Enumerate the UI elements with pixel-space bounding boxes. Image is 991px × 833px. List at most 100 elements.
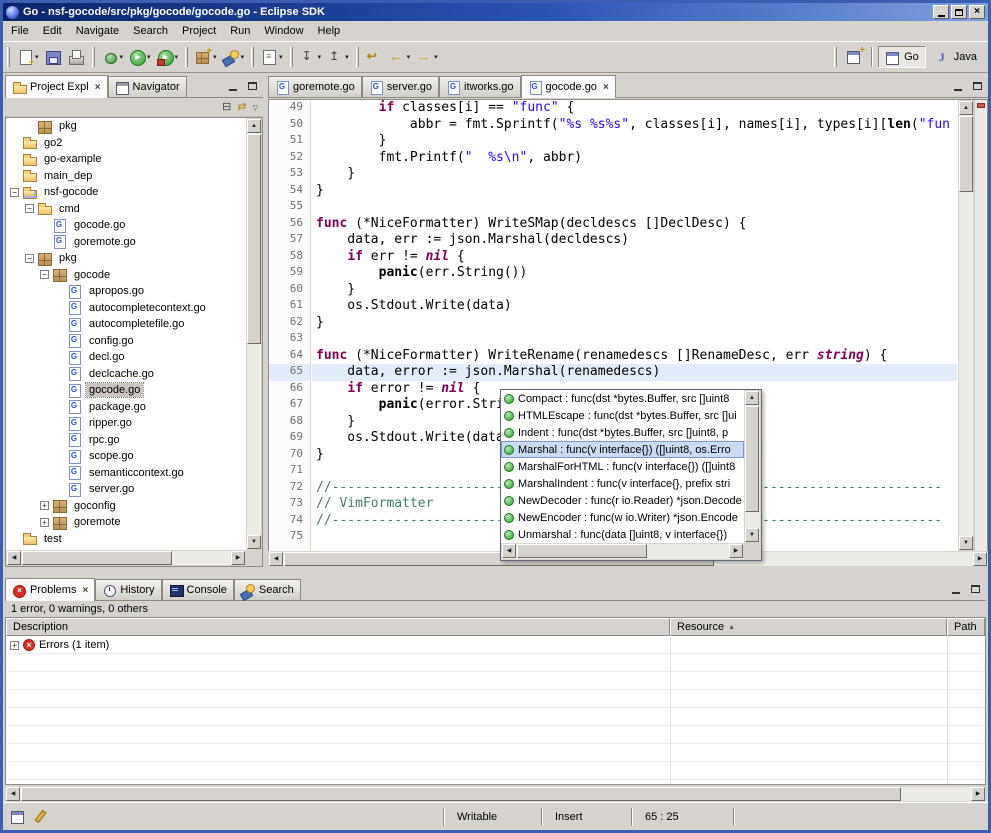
explorer-maximize-button[interactable] [243, 78, 261, 94]
scrollbar-thumb[interactable] [22, 551, 172, 565]
collapse-all-button[interactable]: ⊟ [222, 101, 231, 113]
autocomplete-item[interactable]: NewEncoder : func(w io.Writer) *json.Enc… [501, 509, 744, 526]
editor-tab-itworks-go[interactable]: itworks.go [439, 76, 521, 97]
autocomplete-item[interactable]: Marshal : func(v interface{}) ([]uint8, … [501, 441, 744, 458]
tree-item-test[interactable]: test [6, 531, 246, 548]
dropdown-arrow-icon[interactable]: ▾ [120, 53, 124, 61]
code-line[interactable]: os.Stdout.Write(data) [316, 298, 957, 315]
view-tab-console[interactable]: Console [162, 579, 234, 600]
code-line[interactable]: } [316, 183, 957, 200]
column-header-path[interactable]: Path [947, 618, 985, 636]
column-header-description[interactable]: Description [6, 618, 670, 636]
problems-maximize-button[interactable] [966, 581, 984, 597]
menu-navigate[interactable]: Navigate [69, 22, 126, 40]
menu-search[interactable]: Search [126, 22, 175, 40]
expand-icon[interactable]: + [40, 501, 49, 510]
scroll-right-button[interactable]: ▶ [729, 544, 743, 558]
previous-annotation-button[interactable]: ▾ [324, 45, 352, 69]
dropdown-arrow-icon[interactable]: ▾ [345, 53, 349, 61]
dropdown-arrow-icon[interactable]: ▾ [175, 53, 179, 61]
tree-item-decl-go[interactable]: decl.go [6, 349, 246, 366]
view-tab-navigator[interactable]: Navigator [108, 76, 187, 97]
collapse-icon[interactable]: − [40, 270, 49, 279]
scroll-left-button[interactable]: ◀ [7, 551, 21, 565]
scroll-down-button[interactable]: ▼ [959, 536, 973, 550]
perspective-java-button[interactable]: Java [928, 46, 984, 68]
code-line[interactable] [316, 331, 957, 348]
tree-item-pkg[interactable]: pkg [6, 118, 246, 135]
scrollbar-thumb[interactable] [745, 406, 759, 512]
collapse-icon[interactable]: − [25, 254, 34, 263]
tree-item-ripper-go[interactable]: ripper.go [6, 415, 246, 432]
code-line[interactable]: data, err := json.Marshal(decldescs) [316, 232, 957, 249]
tree-item-scope-go[interactable]: scope.go [6, 448, 246, 465]
menu-window[interactable]: Window [257, 22, 310, 40]
tree-item-goremote-go[interactable]: goremote.go [6, 234, 246, 251]
close-tab-icon[interactable]: × [95, 82, 101, 93]
tree-item-autocompletecontext-go[interactable]: autocompletecontext.go [6, 300, 246, 317]
expand-icon[interactable]: + [10, 641, 19, 650]
tree-vertical-scrollbar[interactable]: ▲ ▼ [246, 118, 262, 550]
autocomplete-item[interactable]: Unmarshal : func(data []uint8, v interfa… [501, 526, 744, 543]
scroll-left-button[interactable]: ◀ [269, 552, 283, 566]
tree-item-rpc-go[interactable]: rpc.go [6, 432, 246, 449]
autocomplete-item[interactable]: MarshalForHTML : func(v interface{}) ([]… [501, 458, 744, 475]
new-button[interactable]: ▾ [14, 45, 42, 69]
scrollbar-thumb[interactable] [959, 116, 973, 192]
dropdown-arrow-icon[interactable]: ▾ [279, 53, 283, 61]
close-tab-icon[interactable]: × [603, 82, 609, 93]
new-go-element-button[interactable]: ▾ [192, 45, 220, 69]
editor-minimize-button[interactable] [949, 78, 967, 94]
forward-button[interactable]: ▾ [413, 45, 441, 69]
autocomplete-item[interactable]: Indent : func(dst *bytes.Buffer, src []u… [501, 424, 744, 441]
tree-item-autocompletefile-go[interactable]: autocompletefile.go [6, 316, 246, 333]
autocomplete-item[interactable]: MarshalIndent : func(v interface{}, pref… [501, 475, 744, 492]
tree-item-goremote[interactable]: +goremote [6, 514, 246, 531]
dropdown-arrow-icon[interactable]: ▾ [213, 53, 217, 61]
tree-item-package-go[interactable]: package.go [6, 399, 246, 416]
code-line[interactable]: func (*NiceFormatter) WriteSMap(decldesc… [316, 216, 957, 233]
view-tab-problems[interactable]: Problems× [5, 578, 95, 601]
code-line[interactable]: func (*NiceFormatter) WriteRename(rename… [316, 348, 957, 365]
autocomplete-item[interactable]: NewDecoder : func(r io.Reader) *json.Dec… [501, 492, 744, 509]
scroll-left-button[interactable]: ◀ [6, 787, 20, 801]
column-header-resource[interactable]: Resource▲ [670, 618, 947, 636]
tree-item-apropos-go[interactable]: apropos.go [6, 283, 246, 300]
tree-item-go-example[interactable]: go-example [6, 151, 246, 168]
minimize-button[interactable] [933, 5, 949, 19]
collapse-icon[interactable]: − [10, 188, 19, 197]
line-number-ruler[interactable]: 4950515253545556575859606162636465666768… [269, 100, 311, 551]
editor-tab-gocode-go[interactable]: gocode.go× [521, 75, 616, 98]
collapse-icon[interactable]: − [25, 204, 34, 213]
scroll-right-button[interactable]: ▶ [971, 787, 985, 801]
dropdown-arrow-icon[interactable]: ▾ [407, 53, 411, 61]
code-line[interactable] [316, 199, 957, 216]
popup-horizontal-scrollbar[interactable]: ◀ ▶ [501, 543, 744, 560]
tree-item-semanticcontext-go[interactable]: semanticcontext.go [6, 465, 246, 482]
external-tools-button[interactable]: ▾ [154, 45, 182, 69]
editor-vertical-scrollbar[interactable]: ▲ ▼ [958, 100, 974, 551]
view-menu-button[interactable]: ▽ [253, 101, 258, 113]
tree-item-gocode-go[interactable]: gocode.go [6, 382, 246, 399]
open-perspective-button[interactable] [843, 45, 866, 69]
view-tab-history[interactable]: History [95, 579, 161, 600]
maximize-button[interactable] [951, 5, 967, 19]
tree-item-server-go[interactable]: server.go [6, 481, 246, 498]
dropdown-arrow-icon[interactable]: ▾ [147, 53, 151, 61]
save-button[interactable] [42, 45, 65, 69]
scroll-left-button[interactable]: ◀ [502, 544, 516, 558]
code-line[interactable]: } [316, 282, 957, 299]
tree-item-config-go[interactable]: config.go [6, 333, 246, 350]
scroll-up-button[interactable]: ▲ [247, 119, 261, 133]
editor-maximize-button[interactable] [968, 78, 986, 94]
title-bar[interactable]: Go - nsf-gocode/src/pkg/gocode/gocode.go… [3, 3, 988, 21]
problems-row[interactable]: +×Errors (1 item) [6, 636, 985, 654]
explorer-minimize-button[interactable] [224, 78, 242, 94]
scroll-up-button[interactable]: ▲ [745, 391, 759, 405]
tree-item-gocode-go[interactable]: gocode.go [6, 217, 246, 234]
tree-item-declcache-go[interactable]: declcache.go [6, 366, 246, 383]
expand-icon[interactable]: + [40, 518, 49, 527]
code-line[interactable]: panic(err.String()) [316, 265, 957, 282]
print-button[interactable] [65, 45, 88, 69]
tree-item-cmd[interactable]: −cmd [6, 201, 246, 218]
